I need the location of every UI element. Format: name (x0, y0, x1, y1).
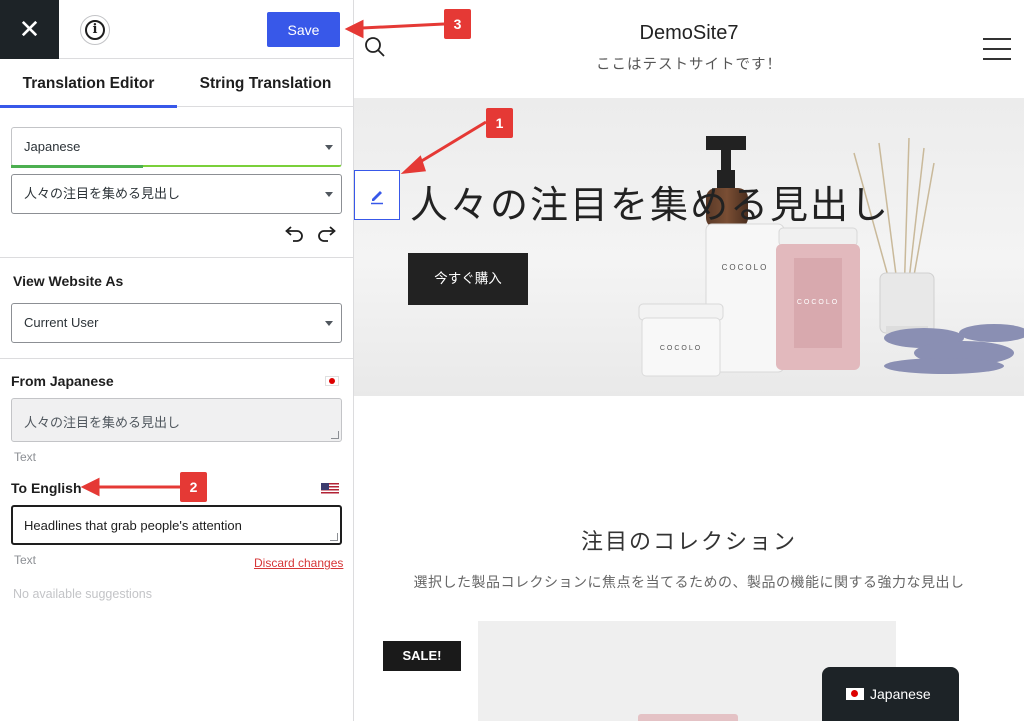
source-type-label: Text (14, 450, 37, 464)
chevron-down-icon (325, 321, 333, 326)
view-as-label: View Website As (13, 273, 124, 289)
screen: ✕ i Save Translation Editor String Trans… (0, 0, 1024, 721)
translation-text: Headlines that grab people's attention (24, 518, 242, 533)
svg-text:COCOLO: COCOLO (660, 345, 702, 352)
suggestions-empty-text: No available suggestions (13, 587, 152, 601)
site-tagline: ここはテストサイトです！ (596, 57, 782, 73)
close-icon: ✕ (18, 14, 41, 44)
annotation-badge-3: 3 (444, 9, 471, 39)
sale-badge: SALE! (383, 641, 461, 671)
language-switcher[interactable]: Japanese (822, 667, 959, 721)
edit-translation-button[interactable] (354, 170, 400, 220)
close-editor-button[interactable]: ✕ (0, 0, 59, 59)
product-photo: COCOLO COCOLO COCOLO (638, 136, 1024, 377)
svg-text:COCOLO: COCOLO (797, 299, 839, 306)
redo-icon[interactable] (316, 224, 340, 246)
us-flag-icon (321, 483, 339, 495)
translation-editor-panel: ✕ i Save Translation Editor String Trans… (0, 0, 354, 721)
hero-heading: 人々の注目を集める見出し (410, 183, 891, 227)
undo-icon[interactable] (281, 224, 305, 246)
hamburger-menu-icon[interactable] (983, 38, 1011, 60)
language-switcher-label: Japanese (870, 686, 931, 702)
language-select[interactable]: Japanese (11, 127, 342, 167)
translation-text-field[interactable]: Headlines that grab people's attention (11, 505, 342, 545)
section-divider (0, 358, 354, 359)
save-button[interactable]: Save (267, 12, 340, 47)
source-text-field: 人々の注目を集める見出し (11, 398, 342, 442)
from-language-label: From Japanese (11, 373, 114, 389)
annotation-badge-1: 1 (486, 108, 513, 138)
info-icon: i (85, 20, 105, 40)
collection-subtitle: 選択した製品コレクションに焦点を当てるための、製品の機能に関する強力な見出し (413, 574, 965, 590)
product-image (638, 714, 738, 721)
japan-flag-icon (846, 688, 864, 700)
section-divider (0, 257, 354, 258)
view-as-value: Current User (24, 315, 99, 330)
string-select[interactable]: 人々の注目を集める見出し (11, 174, 342, 214)
resize-handle-icon (331, 431, 339, 439)
to-language-label: To English (11, 480, 82, 496)
editor-tabs: Translation Editor String Translation (0, 59, 354, 108)
resize-handle-icon[interactable] (330, 533, 338, 541)
view-as-select[interactable]: Current User (11, 303, 342, 343)
editor-topbar: ✕ i Save (0, 0, 354, 59)
buy-now-button[interactable]: 今すぐ購入 (408, 253, 528, 305)
translation-progress-bar (11, 165, 143, 168)
site-preview: DemoSite7 ここはテストサイトです！ COCOLO COCOLO COC… (354, 0, 1024, 721)
string-select-value: 人々の注目を集める見出し (24, 186, 181, 201)
chevron-down-icon (325, 145, 333, 150)
japan-flag-icon (325, 376, 339, 386)
tab-translation-editor[interactable]: Translation Editor (0, 59, 177, 108)
tab-string-translation[interactable]: String Translation (177, 59, 354, 107)
bottle-brand-text: COCOLO (722, 263, 769, 272)
language-select-value: Japanese (24, 139, 81, 154)
annotation-badge-2: 2 (180, 472, 207, 502)
info-button[interactable]: i (80, 15, 110, 45)
translation-type-label: Text (14, 553, 37, 567)
collection-title: 注目のコレクション (580, 529, 797, 554)
pencil-icon (371, 191, 383, 205)
hero-banner: COCOLO COCOLO COCOLO 人々の注目を集める見出し 今すぐ購入 (354, 98, 1024, 396)
chevron-down-icon (325, 192, 333, 197)
discard-changes-link[interactable]: Discard changes (254, 556, 343, 570)
source-text: 人々の注目を集める見出し (24, 415, 181, 430)
